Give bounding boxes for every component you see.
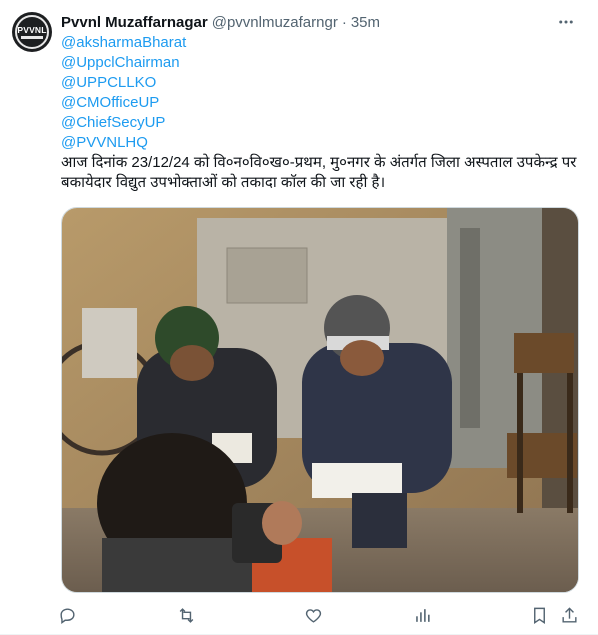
mention-link[interactable]: @aksharmaBharat xyxy=(61,33,586,53)
views-icon[interactable] xyxy=(410,603,434,627)
like-icon[interactable] xyxy=(301,603,325,627)
share-icon[interactable] xyxy=(557,603,581,627)
bookmark-icon[interactable] xyxy=(527,603,551,627)
tweet-card[interactable]: PVVNL Pvvnl Muzaffarnagar @pvvnlmuzafarn… xyxy=(0,0,598,635)
tweet-body: @aksharmaBharat @UppclChairman @UPPCLLKO… xyxy=(61,33,586,193)
mention-link[interactable]: @PVVNLHQ xyxy=(61,133,586,153)
photo-people-making-calls-icon xyxy=(62,208,578,592)
separator-dot: · xyxy=(341,13,347,31)
avatar[interactable]: PVVNL xyxy=(12,12,52,52)
pvvnl-logo-icon: PVVNL xyxy=(15,15,49,49)
tweet-photo[interactable] xyxy=(61,207,579,593)
tweet-actions xyxy=(59,603,586,627)
mention-link[interactable]: @UppclChairman xyxy=(61,53,586,73)
tweet-text: आज दिनांक 23/12/24 को वि०न०वि०ख०-प्रथम, … xyxy=(61,154,577,191)
mention-link[interactable]: @UPPCLLKO xyxy=(61,73,586,93)
author-name[interactable]: Pvvnl Muzaffarnagar xyxy=(61,14,208,31)
mention-link[interactable]: @CMOfficeUP xyxy=(61,93,586,113)
author-handle[interactable]: @pvvnlmuzafarngr xyxy=(212,14,338,31)
reply-icon[interactable] xyxy=(55,603,79,627)
more-options-icon[interactable] xyxy=(554,12,578,32)
tweet-time[interactable]: 35m xyxy=(351,14,380,31)
mention-link[interactable]: @ChiefSecyUP xyxy=(61,113,586,133)
retweet-icon[interactable] xyxy=(174,603,198,627)
avatar-logo-text: PVVNL xyxy=(17,25,47,35)
tweet-header: Pvvnl Muzaffarnagar @pvvnlmuzafarngr · 3… xyxy=(61,12,586,32)
